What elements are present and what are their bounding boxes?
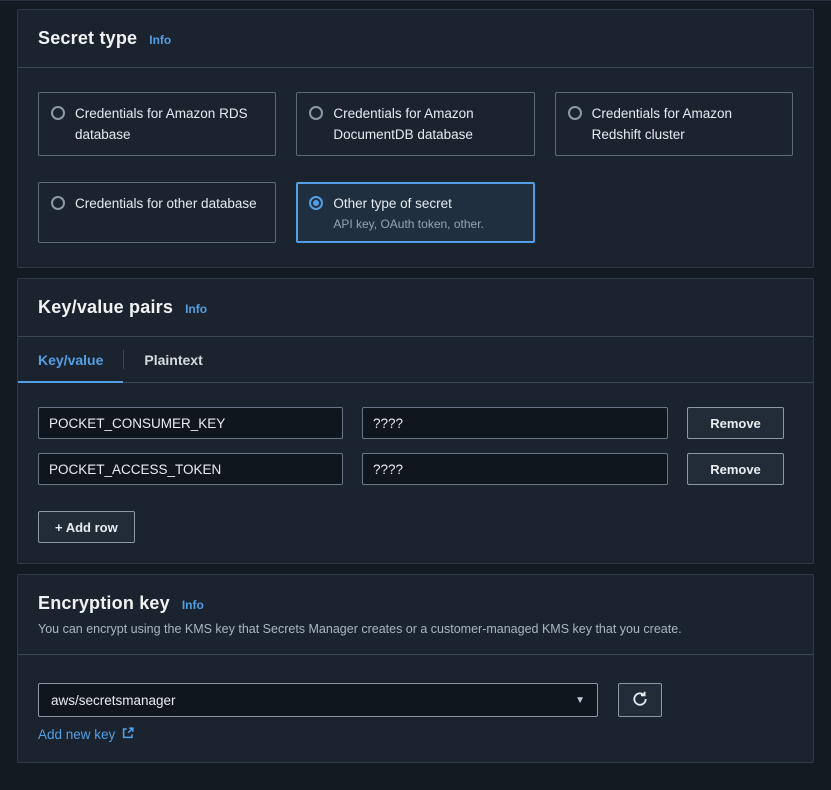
refresh-button[interactable] [618,683,662,717]
chevron-down-icon: ▼ [575,695,585,706]
key-value-tabs: Key/value Plaintext [18,337,813,383]
encryption-key-header: Encryption key Info You can encrypt usin… [18,575,813,655]
key-value-info-link[interactable]: Info [185,302,207,316]
add-new-key-label: Add new key [38,727,115,742]
panel-encryption-key: Encryption key Info You can encrypt usin… [17,574,814,763]
key-value-body: Remove Remove + Add row [18,383,813,563]
key-value-title: Key/value pairs [38,297,173,318]
radio-selected-icon[interactable] [309,196,323,210]
radio-icon[interactable] [51,106,65,120]
radio-icon[interactable] [51,196,65,210]
tab-plaintext[interactable]: Plaintext [124,337,222,382]
secret-value-input-2[interactable] [362,453,668,485]
radio-icon[interactable] [568,106,582,120]
radio-label: Other type of secret [333,193,484,214]
create-secret-form: Secret type Info Credentials for Amazon … [0,0,831,790]
kms-key-selected-value: aws/secretsmanager [51,693,176,708]
radio-label: Credentials for Amazon Redshift cluster [592,103,780,145]
remove-row-button-1[interactable]: Remove [687,407,784,439]
radio-label: Credentials for Amazon DocumentDB databa… [333,103,521,145]
secret-type-option-rds[interactable]: Credentials for Amazon RDS database [38,92,276,156]
encryption-key-description: You can encrypt using the KMS key that S… [38,622,793,636]
secret-type-option-other-secret[interactable]: Other type of secret API key, OAuth toke… [296,182,534,243]
encryption-key-body: aws/secretsmanager ▼ Add new key [18,655,813,762]
radio-label: Credentials for Amazon RDS database [75,103,263,145]
kv-row-2: Remove [38,453,793,485]
radio-label: Credentials for other database [75,193,257,214]
refresh-icon [632,691,648,710]
secret-type-option-redshift[interactable]: Credentials for Amazon Redshift cluster [555,92,793,156]
radio-icon[interactable] [309,106,323,120]
secret-type-title: Secret type [38,28,137,49]
secret-value-input-1[interactable] [362,407,668,439]
secret-type-option-documentdb[interactable]: Credentials for Amazon DocumentDB databa… [296,92,534,156]
key-value-header: Key/value pairs Info [18,279,813,337]
tab-label: Key/value [38,352,103,368]
encryption-key-info-link[interactable]: Info [182,598,204,612]
encryption-key-title: Encryption key [38,593,170,614]
panel-secret-type: Secret type Info Credentials for Amazon … [17,9,814,268]
secret-key-input-1[interactable] [38,407,343,439]
secret-type-options: Credentials for Amazon RDS database Cred… [18,68,813,267]
tab-key-value[interactable]: Key/value [18,337,123,382]
add-new-key-link[interactable]: Add new key [38,726,135,743]
kv-row-1: Remove [38,407,793,439]
secret-key-input-2[interactable] [38,453,343,485]
secret-type-info-link[interactable]: Info [149,33,171,47]
secret-type-header: Secret type Info [18,10,813,68]
add-row-button[interactable]: + Add row [38,511,135,543]
kms-key-select[interactable]: aws/secretsmanager ▼ [38,683,598,717]
tab-label: Plaintext [144,352,202,368]
panel-key-value-pairs: Key/value pairs Info Key/value Plaintext… [17,278,814,564]
secret-type-option-other-database[interactable]: Credentials for other database [38,182,276,243]
radio-sublabel: API key, OAuth token, other. [333,216,484,232]
external-link-icon [121,726,135,743]
remove-row-button-2[interactable]: Remove [687,453,784,485]
